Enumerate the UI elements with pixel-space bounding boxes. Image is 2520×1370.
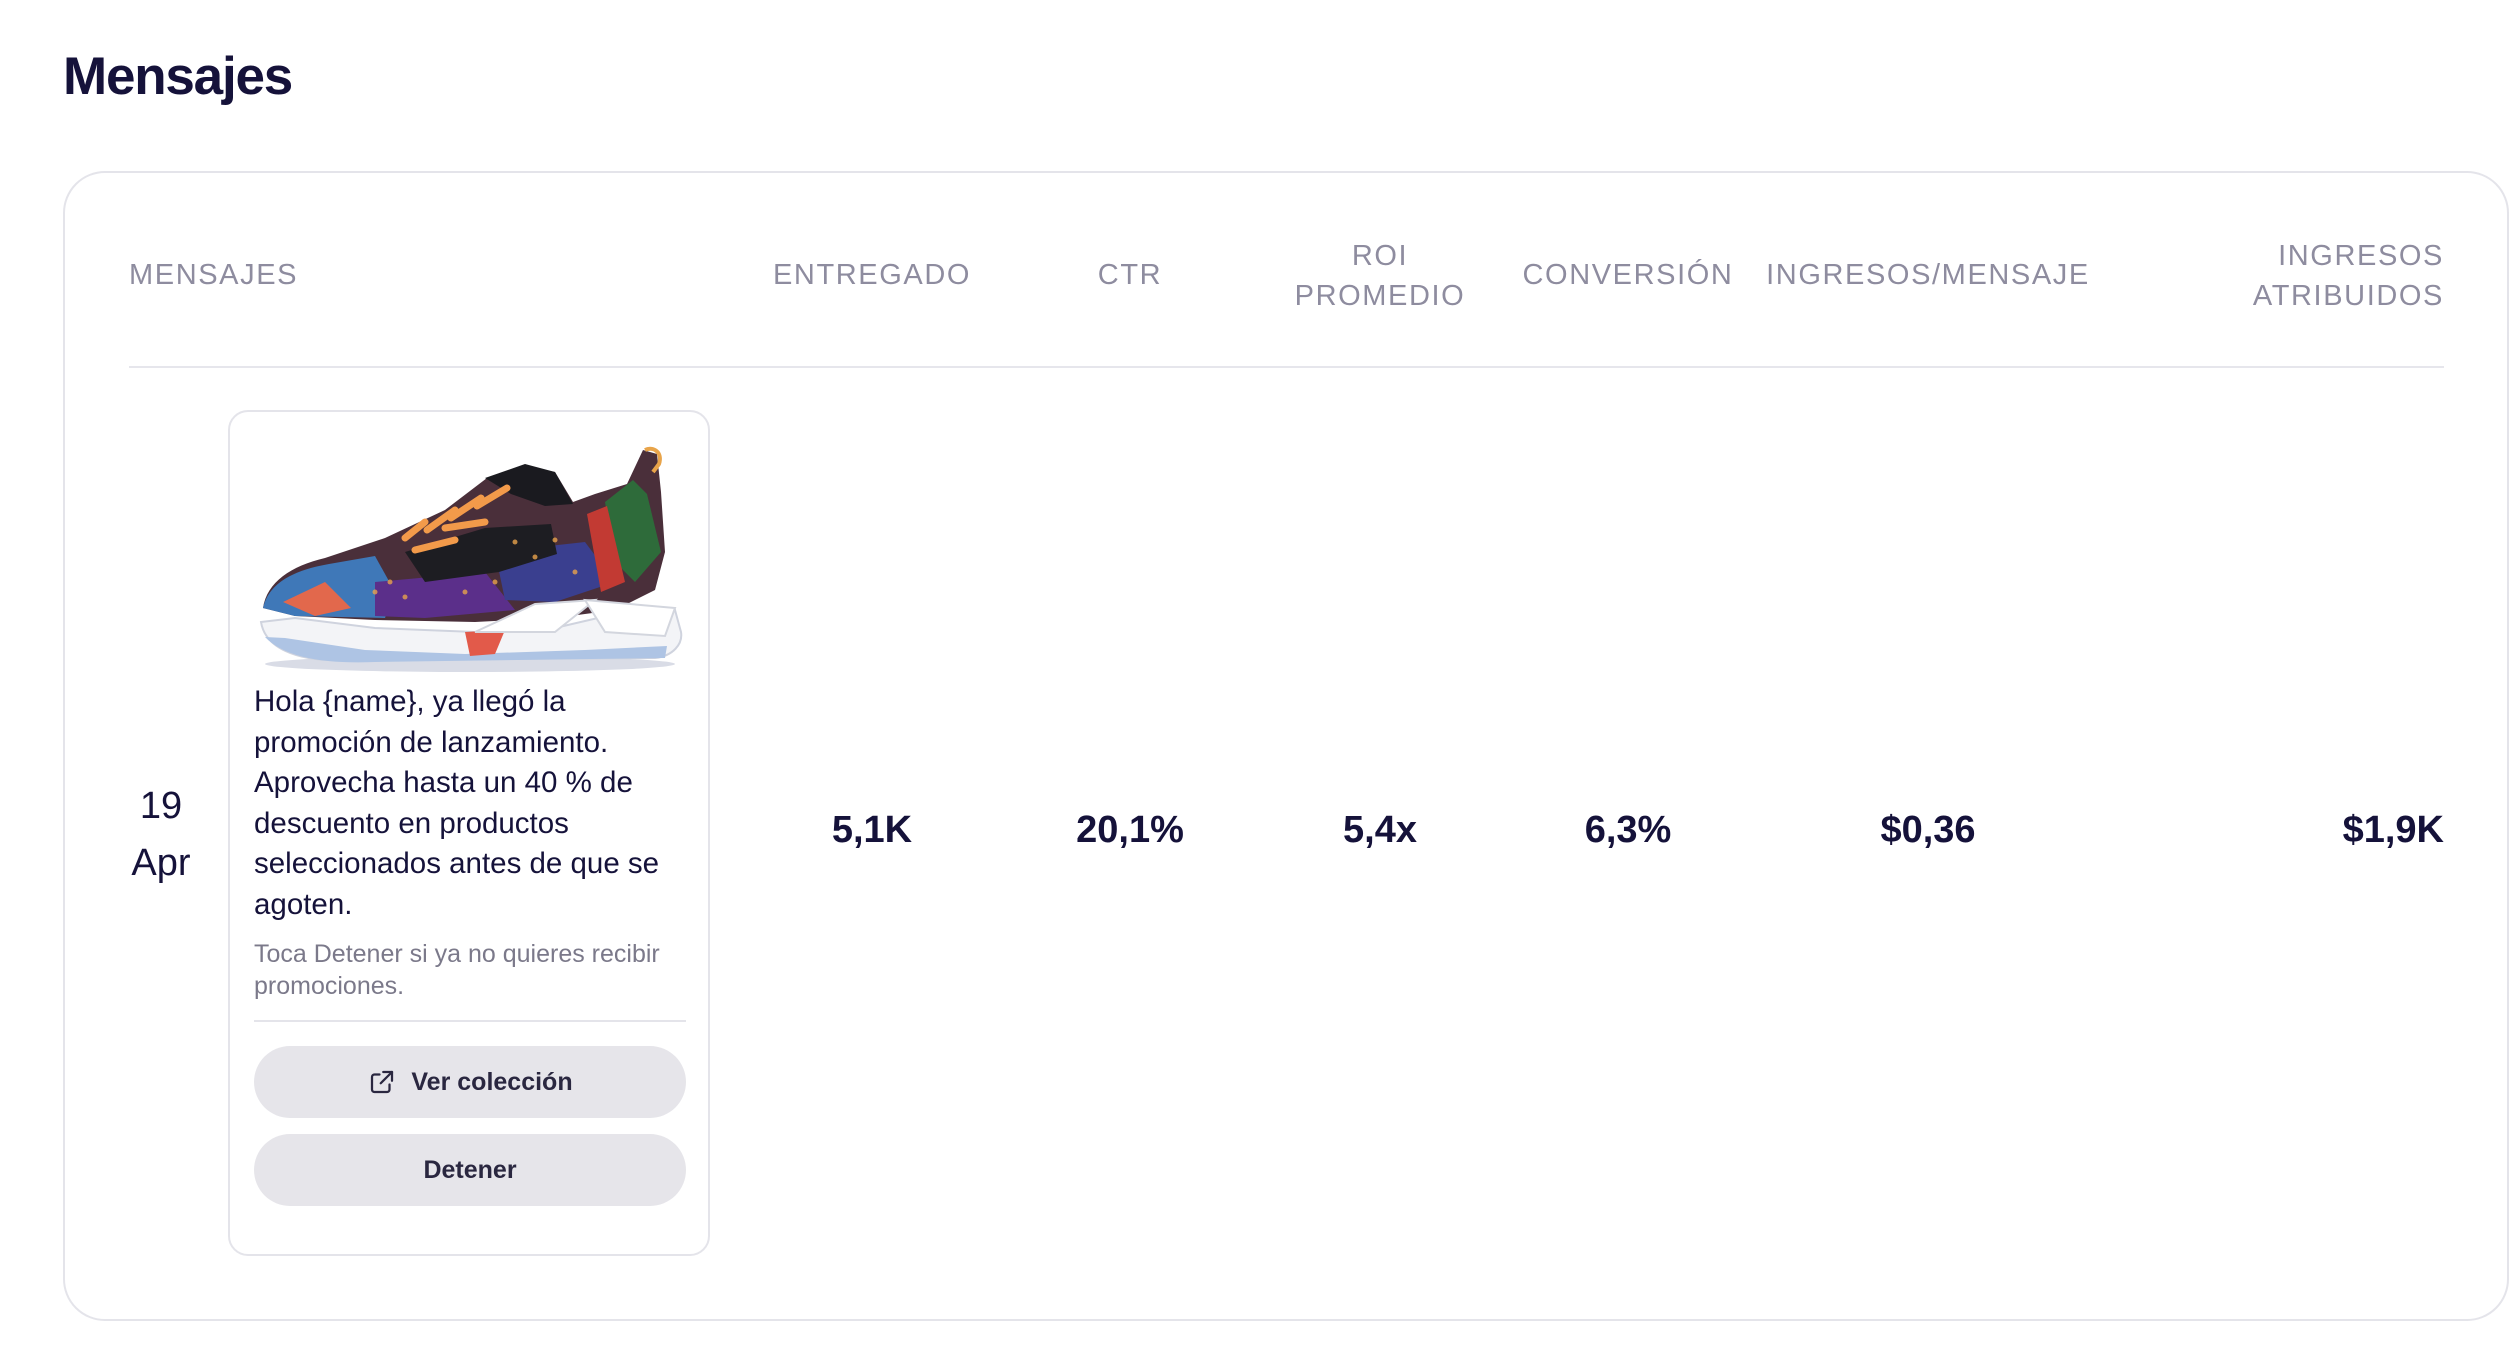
message-body-text: Hola {name}, ya llegó la promoción de la… [254,685,660,921]
external-link-icon [371,1070,394,1094]
value-conversion: 6,3% [1584,809,1672,851]
column-header-atribuidos-line1: INGRESOS [2278,240,2444,272]
message-date-month: Apr [131,842,191,884]
detener-button[interactable]: Detener [254,1134,686,1206]
value-ingresos-mensaje: $0,36 [1880,809,1976,851]
message-preview-card[interactable]: Hola {name}, ya llegó la promoción de la… [228,410,710,1256]
column-header-roi-line2: PROMEDIO [1294,280,1466,312]
page-title: Mensajes [63,47,293,106]
column-header-roi: ROI PROMEDIO [1260,236,1500,316]
column-header-mensajes: MENSAJES [129,259,299,291]
column-header-entregado: ENTREGADO [772,259,972,291]
value-entregado: 5,1K [831,809,913,851]
message-divider [254,1020,686,1022]
message-date-day: 19 [139,785,183,827]
column-header-ctr: CTR [1097,259,1163,291]
column-header-ingresos-atribuidos: INGRESOS ATRIBUIDOS [2144,236,2444,316]
column-header-roi-line1: ROI [1351,240,1409,272]
detener-label: Detener [423,1155,517,1184]
value-ingresos-atribuidos: $1,9K [2342,809,2444,851]
column-header-atribuidos-line2: ATRIBUIDOS [2252,280,2444,312]
value-roi: 5,4x [1343,809,1417,851]
column-header-conversion: CONVERSIÓN [1522,259,1734,291]
ver-coleccion-button[interactable]: Ver colección [254,1046,686,1118]
message-footer-text: Toca Detener si ya no quieres recibir pr… [254,940,660,1000]
message-date: 19 Apr [105,778,217,892]
column-header-ingresos-mensaje: INGRESOS/MENSAJE [1766,259,2090,291]
sneaker-image [259,446,683,672]
value-ctr: 20,1% [1076,809,1184,851]
header-divider [129,366,2444,368]
ver-coleccion-label: Ver colección [411,1067,573,1096]
